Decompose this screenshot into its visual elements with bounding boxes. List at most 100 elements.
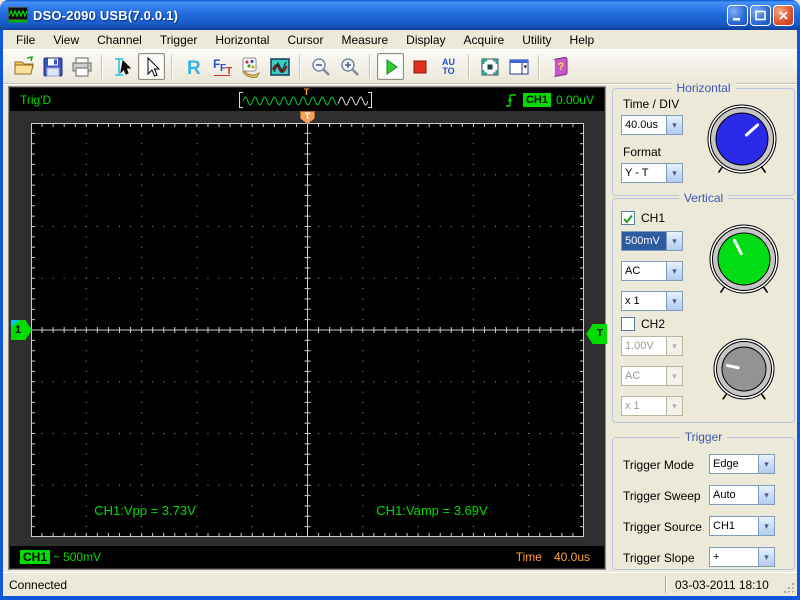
pass-fail-button[interactable] <box>266 53 293 80</box>
title-bar[interactable]: DSO-2090 USB(7.0.0.1) <box>0 0 800 30</box>
chevron-down-icon[interactable]: ▾ <box>758 548 774 566</box>
digital-filter-button[interactable] <box>237 53 264 80</box>
pointer-icon <box>147 56 160 77</box>
vertical-group-title: Vertical <box>678 191 729 205</box>
trigger-slope-value: + <box>713 551 720 563</box>
ch2-checkbox[interactable] <box>621 317 635 331</box>
save-button[interactable] <box>39 53 66 80</box>
ch1-checkbox[interactable] <box>621 211 635 225</box>
window-border-bottom <box>0 596 800 600</box>
scope-scale-bar: CH1 ~ 500mV Time 40.0us <box>10 546 604 568</box>
time-div-select[interactable]: 40.0us ▾ <box>621 115 683 135</box>
trigger-level-marker[interactable]: T <box>586 324 607 344</box>
chevron-down-icon: ▾ <box>666 337 682 355</box>
chevron-down-icon[interactable]: ▾ <box>666 164 682 182</box>
menu-trigger[interactable]: Trigger <box>151 31 207 49</box>
oscilloscope-display: Trig'D T CH1 0.00uV CH1:Vpp = 3.73V CH1:V… <box>8 86 607 570</box>
ch1-volts-select[interactable]: 500mV ▾ <box>621 231 683 251</box>
print-button[interactable] <box>68 53 95 80</box>
full-screen-icon <box>481 58 498 75</box>
minimize-button[interactable] <box>727 5 748 26</box>
ch2-label: CH2 <box>641 317 666 331</box>
time-div-value: 40.0us <box>625 119 659 131</box>
fft-icon: F F T <box>213 57 232 77</box>
full-screen-button[interactable] <box>476 53 503 80</box>
ch1-probe-select[interactable]: x 1 ▾ <box>621 291 683 311</box>
resize-grip[interactable] <box>782 581 796 595</box>
chevron-down-icon[interactable]: ▾ <box>758 486 774 504</box>
chevron-down-icon[interactable]: ▾ <box>758 455 774 473</box>
trigger-mode-select[interactable]: Edge ▾ <box>709 454 775 474</box>
toolbar-separator <box>101 54 103 79</box>
record-preview[interactable]: T <box>239 87 374 110</box>
trigger-sweep-value: Auto <box>713 489 736 501</box>
maximize-button[interactable] <box>750 5 771 26</box>
trigger-source-value: CH1 <box>713 520 736 532</box>
cursor-measure-button[interactable] <box>109 53 136 80</box>
start-button[interactable] <box>377 53 404 80</box>
ch1-position-knob[interactable] <box>701 221 787 313</box>
menu-measure[interactable]: Measure <box>332 31 397 49</box>
fft-button[interactable]: F F T <box>208 53 235 80</box>
menu-cursor[interactable]: Cursor <box>278 31 332 49</box>
ch2-position-knob <box>713 338 775 400</box>
ch1-coupling-select[interactable]: AC ▾ <box>621 261 683 281</box>
close-icon <box>779 11 788 20</box>
close-button[interactable] <box>773 5 794 26</box>
pointer-tool-button[interactable] <box>138 53 165 80</box>
checkmark-icon <box>623 214 633 224</box>
ref-button[interactable]: R <box>179 53 206 80</box>
menu-utility[interactable]: Utility <box>513 31 560 49</box>
menu-horizontal[interactable]: Horizontal <box>206 31 278 49</box>
connection-status: Connected <box>9 578 68 592</box>
menu-file[interactable]: File <box>7 31 44 49</box>
trigger-mode-label: Trigger Mode <box>623 458 694 472</box>
menu-help[interactable]: Help <box>561 31 604 49</box>
auto-set-icon: AU TO <box>442 56 455 76</box>
chevron-down-icon[interactable]: ▾ <box>666 292 682 310</box>
chevron-down-icon[interactable]: ▾ <box>666 232 682 250</box>
zoom-in-button[interactable] <box>336 53 363 80</box>
trigger-slope-select[interactable]: + ▾ <box>709 547 775 567</box>
open-button[interactable] <box>10 53 37 80</box>
zoom-out-button[interactable] <box>307 53 334 80</box>
rising-edge-icon <box>505 93 516 107</box>
trigger-source-label: Trigger Source <box>623 520 702 534</box>
auto-set-button[interactable]: AU TO <box>435 53 462 80</box>
format-value: Y - T <box>625 167 649 179</box>
minimize-icon <box>733 18 740 21</box>
window-border-left <box>0 30 3 596</box>
trigger-source-select[interactable]: CH1 ▾ <box>709 516 775 536</box>
menu-display[interactable]: Display <box>397 31 454 49</box>
trigger-readout: CH1 0.00uV <box>504 89 594 110</box>
status-bar: Connected 03-03-2011 18:10 <box>3 572 797 596</box>
ch1-volts-value: 500mV <box>622 232 666 250</box>
chevron-down-icon[interactable]: ▾ <box>666 116 682 134</box>
toolbar-separator <box>171 54 173 79</box>
waveform-graticule: CH1:Vpp = 3.73V CH1:Vamp = 3.69V <box>31 123 584 537</box>
horizontal-knob[interactable] <box>699 101 785 193</box>
trigger-sweep-select[interactable]: Auto ▾ <box>709 485 775 505</box>
trigger-mode-value: Edge <box>713 458 739 470</box>
help-button[interactable]: ? <box>546 53 573 80</box>
window-title: DSO-2090 USB(7.0.0.1) <box>33 7 179 23</box>
scope-status-bar: Trig'D T CH1 0.00uV <box>10 87 604 111</box>
preview-right-bracket <box>368 91 372 108</box>
app-window: DSO-2090 USB(7.0.0.1) File View Channel … <box>0 0 800 600</box>
app-logo-icon <box>8 7 28 23</box>
format-select[interactable]: Y - T ▾ <box>621 163 683 183</box>
menu-view[interactable]: View <box>44 31 88 49</box>
menu-channel[interactable]: Channel <box>88 31 151 49</box>
time-per-div-value: 40.0us <box>553 550 590 564</box>
svg-text:CH1:Vamp = 3.69V: CH1:Vamp = 3.69V <box>376 503 488 518</box>
stop-button[interactable] <box>406 53 433 80</box>
stop-icon <box>413 60 426 73</box>
svg-text:?: ? <box>557 61 564 73</box>
toolbar: R F F T AU TO ? <box>3 49 797 83</box>
svg-text:R: R <box>187 58 201 79</box>
chevron-down-icon[interactable]: ▾ <box>666 262 682 280</box>
channel1-zero-marker[interactable]: 1 <box>11 320 32 340</box>
panel-layout-button[interactable] <box>505 53 532 80</box>
menu-acquire[interactable]: Acquire <box>455 31 514 49</box>
chevron-down-icon[interactable]: ▾ <box>758 517 774 535</box>
